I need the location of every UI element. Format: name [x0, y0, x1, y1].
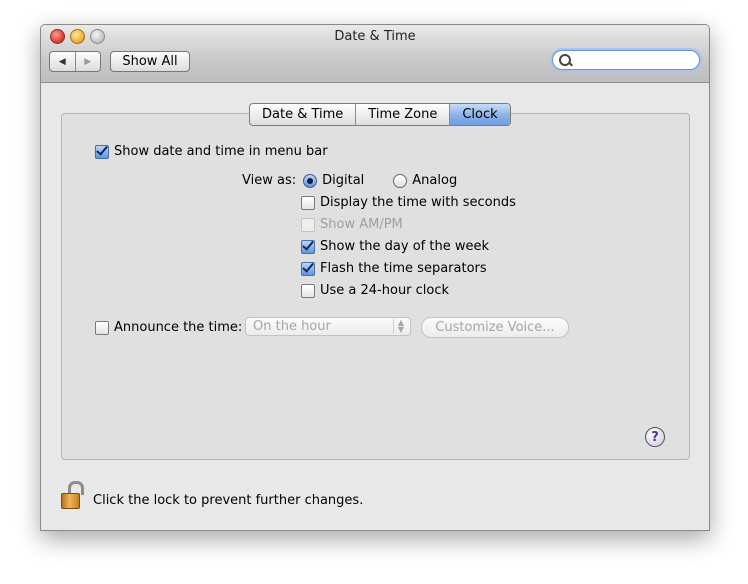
view-as-label: View as: — [242, 173, 297, 188]
preferences-window: Date & Time ◀ ▶ Show All Show date and t… — [40, 24, 710, 531]
use-24-hour-label: Use a 24-hour clock — [320, 283, 450, 298]
check-icon — [302, 237, 314, 251]
check-icon — [96, 142, 108, 156]
analog-radio[interactable] — [393, 173, 408, 188]
lock-icon[interactable] — [61, 481, 84, 511]
display-seconds-label: Display the time with seconds — [320, 195, 516, 210]
announce-time-row[interactable]: Announce the time: — [95, 320, 242, 335]
check-icon — [302, 259, 314, 273]
updown-arrows-icon: ▲ ▼ — [393, 319, 408, 334]
window-title: Date & Time — [334, 29, 416, 44]
digital-radio[interactable] — [303, 173, 318, 188]
view-as-row: View as: Digital Analog — [242, 173, 457, 188]
show-in-menu-bar-label: Show date and time in menu bar — [114, 144, 328, 159]
display-seconds-row[interactable]: Display the time with seconds — [301, 195, 516, 210]
show-day-of-week-row[interactable]: Show the day of the week — [301, 237, 490, 254]
help-button[interactable]: ? — [645, 427, 665, 447]
show-ampm-checkbox — [301, 217, 315, 232]
radio-dot-icon — [307, 177, 314, 184]
show-ampm-label: Show AM/PM — [320, 217, 403, 232]
title-bar: Date & Time ◀ ▶ Show All — [41, 25, 709, 83]
show-in-menu-bar-checkbox[interactable] — [95, 142, 109, 159]
search-icon-handle — [568, 61, 573, 67]
use-24-hour-checkbox[interactable] — [301, 283, 315, 298]
flash-separators-row[interactable]: Flash the time separators — [301, 259, 487, 276]
announce-time-checkbox[interactable] — [95, 320, 109, 335]
lock-body — [61, 493, 80, 509]
display-seconds-checkbox[interactable] — [301, 195, 315, 210]
lock-message: Click the lock to prevent further change… — [93, 493, 364, 508]
show-day-of-week-label: Show the day of the week — [320, 239, 490, 254]
show-day-of-week-checkbox[interactable] — [301, 237, 315, 254]
announce-interval-select: On the hour ▲ ▼ — [245, 317, 411, 336]
digital-label[interactable]: Digital — [322, 173, 364, 188]
announce-interval-value: On the hour — [253, 319, 331, 334]
forward-arrow-icon[interactable]: ▶ — [74, 52, 101, 71]
flash-separators-label: Flash the time separators — [320, 261, 487, 276]
show-all-button[interactable]: Show All — [110, 51, 190, 72]
use-24-hour-row[interactable]: Use a 24-hour clock — [301, 283, 449, 298]
flash-separators-checkbox[interactable] — [301, 259, 315, 276]
announce-time-label: Announce the time: — [114, 320, 243, 335]
analog-label[interactable]: Analog — [412, 173, 457, 188]
customize-voice-button: Customize Voice... — [421, 317, 569, 338]
back-arrow-icon[interactable]: ◀ — [50, 52, 75, 71]
show-in-menu-bar-row[interactable]: Show date and time in menu bar — [95, 142, 328, 159]
tab-bar: Date & Time Time Zone Clock — [249, 103, 511, 126]
tab-clock[interactable]: Clock — [449, 104, 510, 125]
show-ampm-row: Show AM/PM — [301, 217, 403, 232]
back-forward-group: ◀ ▶ — [49, 51, 101, 72]
search-input[interactable] — [552, 50, 700, 70]
tab-time-zone[interactable]: Time Zone — [355, 104, 449, 125]
tab-date-time[interactable]: Date & Time — [250, 104, 355, 125]
clock-pane: Show date and time in menu bar View as: … — [61, 113, 690, 460]
